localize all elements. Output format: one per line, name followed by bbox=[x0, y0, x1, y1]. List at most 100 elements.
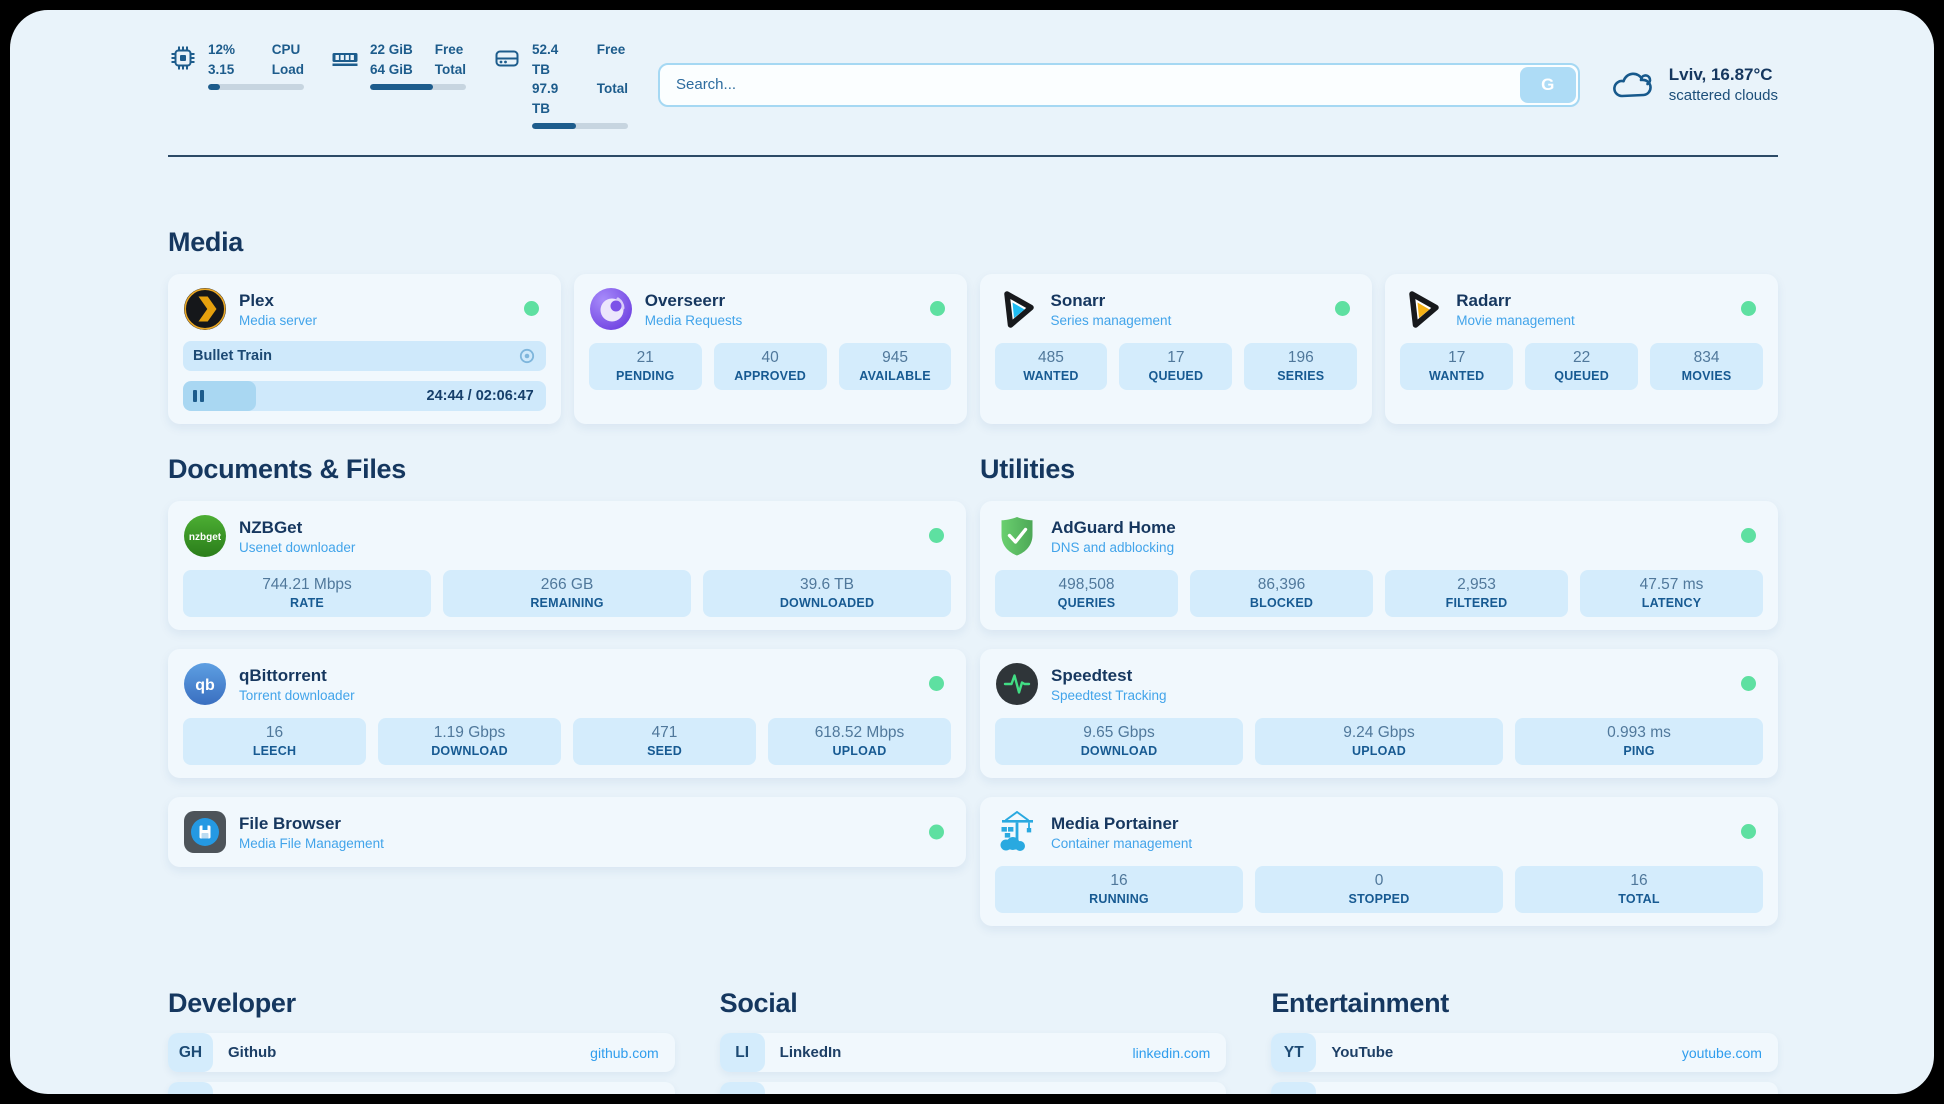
app-subtitle: Speedtest Tracking bbox=[1051, 688, 1167, 703]
app-title: AdGuard Home bbox=[1051, 518, 1176, 538]
app-subtitle: Container management bbox=[1051, 836, 1192, 851]
stat-ping: 0.993 ms PING bbox=[1515, 718, 1763, 765]
now-playing-title: Bullet Train bbox=[193, 348, 272, 364]
stat-latency: 47.57 ms LATENCY bbox=[1580, 570, 1763, 617]
search-input[interactable] bbox=[658, 63, 1580, 107]
ram-progress-bar bbox=[370, 84, 466, 90]
svg-text:qb: qb bbox=[195, 677, 215, 694]
app-card-filebrowser[interactable]: File Browser Media File Management bbox=[168, 797, 966, 867]
app-title: qBittorrent bbox=[239, 666, 355, 686]
cpu-icon bbox=[168, 43, 198, 73]
ram-free-value: 22 GiB bbox=[370, 40, 417, 60]
status-dot bbox=[524, 301, 539, 316]
link-abbr: NF bbox=[1271, 1082, 1316, 1094]
ram-label-top: Free bbox=[435, 40, 466, 60]
section-title-developer: Developer bbox=[168, 988, 675, 1019]
playback-progress-bar: 24:44 / 02:06:47 bbox=[183, 381, 546, 411]
app-subtitle: Torrent downloader bbox=[239, 688, 355, 703]
link-abbr: GH bbox=[168, 1033, 213, 1072]
stat-stopped: 0 STOPPED bbox=[1255, 866, 1503, 913]
disk-free-value: 52.4 TB bbox=[532, 40, 579, 79]
ram-total-value: 64 GiB bbox=[370, 60, 417, 80]
cpu-progress-bar bbox=[208, 84, 304, 90]
stat-download: 1.19 Gbps DOWNLOAD bbox=[378, 718, 561, 765]
search-bar: G bbox=[658, 63, 1580, 107]
section-title-documents: Documents & Files bbox=[168, 454, 966, 485]
link-name: Twitter bbox=[780, 1093, 828, 1094]
link-name: Github bbox=[228, 1044, 276, 1061]
link-github[interactable]: GH Github github.com bbox=[168, 1033, 675, 1072]
app-subtitle: Series management bbox=[1051, 313, 1172, 328]
status-dot bbox=[930, 301, 945, 316]
playback-time: 24:44 / 02:06:47 bbox=[427, 388, 534, 404]
link-youtube[interactable]: YT YouTube youtube.com bbox=[1271, 1033, 1778, 1072]
stat-remaining: 266 GB REMAINING bbox=[443, 570, 691, 617]
disk-progress-fill bbox=[532, 123, 576, 129]
weather-location-temp: Lviv, 16.87°C bbox=[1669, 64, 1778, 86]
stat-pending: 21 PENDING bbox=[589, 343, 702, 390]
ram-monitor: 22 GiB Free 64 GiB Total bbox=[330, 40, 466, 129]
adguard-icon bbox=[995, 514, 1039, 558]
app-card-qbittorrent[interactable]: qb qBittorrent Torrent downloader 16 LEE… bbox=[168, 649, 966, 778]
now-playing-options-icon[interactable] bbox=[518, 347, 536, 365]
stat-wanted: 17 WANTED bbox=[1400, 343, 1513, 390]
app-subtitle: Usenet downloader bbox=[239, 540, 355, 555]
link-url: github.com bbox=[590, 1045, 658, 1061]
stat-upload: 9.24 Gbps UPLOAD bbox=[1255, 718, 1503, 765]
stat-queued: 17 QUEUED bbox=[1119, 343, 1232, 390]
link-url: linkedin.com bbox=[1133, 1045, 1211, 1061]
stat-download: 9.65 Gbps DOWNLOAD bbox=[995, 718, 1243, 765]
speedtest-icon bbox=[995, 662, 1039, 706]
app-card-nzbget[interactable]: nzbget NZBGet Usenet downloader 744.21 M… bbox=[168, 501, 966, 630]
app-title: Overseerr bbox=[645, 291, 743, 311]
app-card-sonarr[interactable]: Sonarr Series management 485 WANTED 17 Q… bbox=[980, 274, 1373, 424]
app-card-plex[interactable]: Plex Media server Bullet Train bbox=[168, 274, 561, 424]
stat-seed: 471 SEED bbox=[573, 718, 756, 765]
app-card-speedtest[interactable]: Speedtest Speedtest Tracking 9.65 Gbps D… bbox=[980, 649, 1778, 778]
plex-icon bbox=[183, 287, 227, 331]
disk-monitor: 52.4 TB Free 97.9 TB Total bbox=[492, 40, 628, 129]
stat-running: 16 RUNNING bbox=[995, 866, 1243, 913]
search-engine-button[interactable]: G bbox=[1520, 67, 1576, 103]
stat-blocked: 86,396 BLOCKED bbox=[1190, 570, 1373, 617]
app-card-adguard[interactable]: AdGuard Home DNS and adblocking 498,508 … bbox=[980, 501, 1778, 630]
disk-label-bottom: Total bbox=[597, 79, 628, 118]
radarr-icon bbox=[1400, 287, 1444, 331]
media-section: Media Plex Media server bbox=[168, 227, 1778, 424]
section-title-utilities: Utilities bbox=[980, 454, 1778, 485]
app-title: Radarr bbox=[1456, 291, 1575, 311]
social-section: Social LI LinkedIn linkedin.com TW Twitt… bbox=[720, 988, 1227, 1094]
link-twitter[interactable]: TW Twitter twitter.com bbox=[720, 1082, 1227, 1094]
section-title-entertainment: Entertainment bbox=[1271, 988, 1778, 1019]
app-title: Sonarr bbox=[1051, 291, 1172, 311]
cloud-icon bbox=[1610, 67, 1656, 103]
nzbget-icon: nzbget bbox=[183, 514, 227, 558]
stat-wanted: 485 WANTED bbox=[995, 343, 1108, 390]
cpu-usage-value: 12% bbox=[208, 40, 254, 60]
section-title-social: Social bbox=[720, 988, 1227, 1019]
app-subtitle: Media Requests bbox=[645, 313, 743, 328]
weather-condition: scattered clouds bbox=[1669, 86, 1778, 106]
app-card-portainer[interactable]: Media Portainer Container management 16 … bbox=[980, 797, 1778, 926]
link-abbr: YT bbox=[1271, 1033, 1316, 1072]
app-title: NZBGet bbox=[239, 518, 355, 538]
stat-rate: 744.21 Mbps RATE bbox=[183, 570, 431, 617]
sonarr-icon bbox=[995, 287, 1039, 331]
app-subtitle: Movie management bbox=[1456, 313, 1575, 328]
link-linkedin[interactable]: LI LinkedIn linkedin.com bbox=[720, 1033, 1227, 1072]
stat-upload: 618.52 Mbps UPLOAD bbox=[768, 718, 951, 765]
utilities-section: Utilities bbox=[980, 454, 1778, 926]
link-url: youtube.com bbox=[1682, 1045, 1762, 1061]
link-netflix[interactable]: NF Netflix netflix.com bbox=[1271, 1082, 1778, 1094]
stat-queries: 498,508 QUERIES bbox=[995, 570, 1178, 617]
svg-text:nzbget: nzbget bbox=[189, 532, 222, 543]
app-title: Plex bbox=[239, 291, 317, 311]
cpu-progress-fill bbox=[208, 84, 220, 90]
portainer-icon bbox=[995, 810, 1039, 854]
link-stackoverflow[interactable]: SO StackOverflow stackoverflow.com bbox=[168, 1082, 675, 1094]
app-card-radarr[interactable]: Radarr Movie management 17 WANTED 22 QUE… bbox=[1385, 274, 1778, 424]
pause-icon bbox=[193, 390, 204, 402]
link-abbr: LI bbox=[720, 1033, 765, 1072]
disk-icon bbox=[492, 43, 522, 73]
app-card-overseerr[interactable]: Overseerr Media Requests 21 PENDING 40 A… bbox=[574, 274, 967, 424]
